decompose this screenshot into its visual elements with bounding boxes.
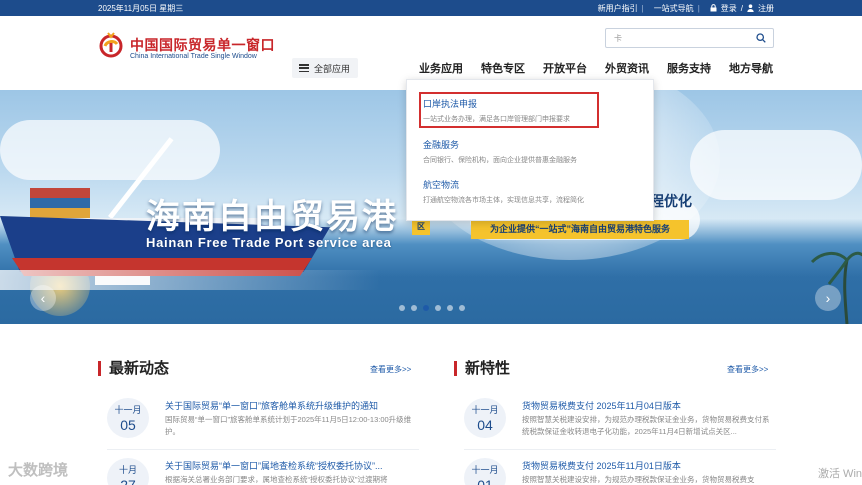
banner-title-cn: 海南自由贸易港 — [146, 197, 398, 237]
latest-news-title: 最新动态 — [98, 361, 169, 376]
feature-date: 十一月 01 — [464, 458, 506, 485]
new-features-title: 新特性 — [454, 361, 510, 376]
news-date: 十一月 05 — [107, 398, 149, 438]
nav-special-zones[interactable]: 特色专区 — [472, 60, 534, 76]
nav-trade-news[interactable]: 外贸资讯 — [596, 60, 658, 76]
divider — [107, 449, 419, 450]
banner-prev-button[interactable]: ‹ — [30, 285, 56, 311]
news-title[interactable]: 关于国际贸易“单一窗口”旅客舱单系统升级维护的通知 — [165, 399, 425, 412]
search-input[interactable] — [606, 29, 746, 47]
dropdown-item-title: 航空物流 — [423, 180, 460, 190]
news-month: 十一月 — [114, 405, 142, 415]
dropdown-item-title: 金融服务 — [423, 140, 460, 150]
news-desc: 国际贸易“单一窗口”旅客舱单系统计划于2025年11月5日12:00-13:00… — [165, 415, 412, 436]
highlight-box — [419, 92, 599, 128]
banner-dot[interactable] — [459, 305, 465, 311]
banner-dot[interactable] — [423, 305, 429, 311]
news-title[interactable]: 关于国际贸易“单一窗口”属地查检系统“授权委托协议”... — [165, 459, 425, 472]
brand-name-en: China International Trade Single Window — [130, 53, 257, 60]
divider: | — [697, 4, 700, 13]
nav-local-navigation[interactable]: 地方导航 — [720, 60, 782, 76]
latest-news-more-link[interactable]: 查看更多>> — [370, 364, 411, 375]
register-link[interactable]: 注册 — [758, 3, 774, 14]
dropdown-item-air-logistics[interactable]: 航空物流 打通航空物流各市场主体，实现信息共享，流程简化 — [423, 178, 584, 205]
feature-title[interactable]: 货物贸易税费支付 2025年11月01日版本 — [522, 459, 782, 472]
feature-desc: 按照智慧关税建设安排，为规范办理税款保证金业务，货物贸易税费支 — [522, 475, 755, 484]
top-bar: 2025年11月05日 星期三 新用户指引 | 一站式导航 | 登录 / 注册 — [0, 0, 862, 16]
search-box[interactable] — [605, 28, 774, 48]
banner-dot[interactable] — [399, 305, 405, 311]
feature-desc: 按照智慧关税建设安排，为规范办理税款保证金业务，货物贸易税费支付系统税款保证金收… — [522, 415, 770, 436]
nav-open-platform[interactable]: 开放平台 — [534, 60, 596, 76]
watermark-right: 激活 Win — [818, 468, 862, 480]
banner-cta-button[interactable]: 为企业提供“一站式”海南自由贸易港特色服务 — [471, 220, 689, 239]
news-month: 十月 — [118, 465, 137, 475]
palm-tree-icon — [810, 251, 862, 324]
feature-month: 十一月 — [471, 405, 499, 415]
current-date: 2025年11月05日 星期三 — [98, 4, 184, 13]
banner-pagination — [399, 305, 465, 311]
banner-dot[interactable] — [435, 305, 441, 311]
news-day: 05 — [120, 417, 136, 433]
menu-icon — [299, 64, 309, 72]
news-day: 27 — [120, 477, 136, 485]
slash: / — [740, 4, 743, 13]
banner-dot[interactable] — [447, 305, 453, 311]
dropdown-item-desc: 合同银行、保险机构，面向企业提供普惠金融服务 — [423, 157, 577, 164]
banner-cloud — [0, 120, 220, 180]
nav-business-apps[interactable]: 业务应用 — [410, 60, 472, 76]
single-window-logo-icon[interactable] — [99, 30, 123, 58]
main-nav: 业务应用 特色专区 开放平台 外贸资讯 服务支持 地方导航 — [410, 60, 782, 76]
container-stack — [30, 208, 90, 218]
all-apps-button[interactable]: 全部应用 — [292, 58, 358, 78]
login-link[interactable]: 登录 — [721, 3, 737, 14]
container-stack — [30, 188, 90, 198]
new-features-more-link[interactable]: 查看更多>> — [727, 364, 768, 375]
banner-next-button[interactable]: › — [815, 285, 841, 311]
nav-service-support[interactable]: 服务支持 — [658, 60, 720, 76]
news-date: 十月 27 — [107, 458, 149, 485]
news-desc: 根据海关总署业务部门要求，属地查检系统“授权委托协议”过渡期将 — [165, 475, 388, 484]
banner-tagline: 程优化 — [650, 193, 692, 209]
lock-icon — [710, 3, 717, 14]
feature-title[interactable]: 货物贸易税费支付 2025年11月04日版本 — [522, 399, 782, 412]
user-icon — [747, 3, 754, 14]
new-user-guide-link[interactable]: 新用户指引 — [598, 3, 638, 14]
container-stack — [30, 198, 90, 208]
banner-cloud — [690, 130, 862, 200]
brand-name-cn[interactable]: 中国国际贸易单一窗口 — [130, 35, 275, 55]
dropdown-item-desc: 打通航空物流各市场主体，实现信息共享，流程简化 — [423, 197, 584, 204]
one-stop-nav-link[interactable]: 一站式导航 — [654, 3, 694, 14]
feature-month: 十一月 — [471, 465, 499, 475]
feature-day: 01 — [477, 477, 493, 485]
all-apps-label: 全部应用 — [314, 63, 351, 74]
ship-wake — [0, 270, 380, 290]
feature-date: 十一月 04 — [464, 398, 506, 438]
divider: | — [641, 4, 644, 13]
banner-title-en: Hainan Free Trade Port service area — [146, 235, 392, 250]
divider — [464, 449, 776, 450]
search-icon[interactable] — [756, 33, 766, 43]
banner-badge: 区 — [412, 219, 430, 235]
watermark-left: 大数跨境 — [8, 462, 69, 479]
top-links: 新用户指引 | 一站式导航 | 登录 / 注册 — [594, 3, 774, 14]
feature-day: 04 — [477, 417, 493, 433]
banner-dot[interactable] — [411, 305, 417, 311]
dropdown-item-financial-services[interactable]: 金融服务 合同银行、保险机构，面向企业提供普惠金融服务 — [423, 138, 577, 165]
